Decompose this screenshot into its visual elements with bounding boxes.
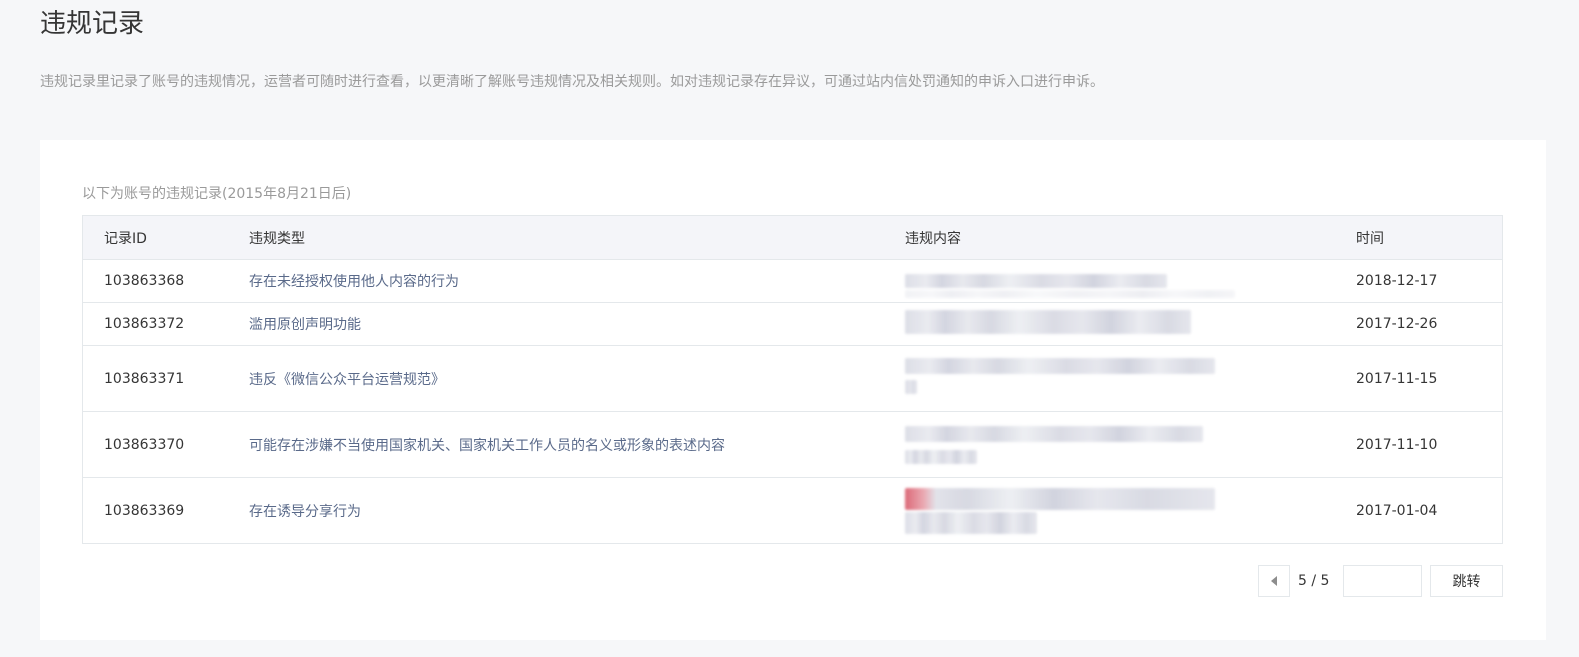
table-row: 103863368 存在未经授权使用他人内容的行为 2018-12-17	[83, 259, 1502, 302]
redacted-content	[905, 260, 1235, 302]
jump-button[interactable]: 跳转	[1430, 565, 1503, 597]
page-description: 违规记录里记录了账号的违规情况，运营者可随时进行查看，以更清晰了解账号违规情况及…	[40, 74, 1104, 90]
table-row: 103863372 滥用原创声明功能 2017-12-26	[83, 302, 1502, 345]
record-time: 2017-11-10	[1356, 436, 1438, 453]
record-time: 2017-01-04	[1356, 502, 1438, 519]
violation-content	[905, 478, 1215, 543]
violation-content	[905, 346, 1215, 411]
violation-type: 滥用原创声明功能	[249, 317, 361, 333]
table-row: 103863371 违反《微信公众平台运营规范》 2017-11-15	[83, 345, 1502, 411]
page-title: 违规记录	[40, 9, 145, 39]
redacted-content	[905, 412, 1215, 477]
violation-content	[905, 260, 1235, 302]
header-time: 时间	[1356, 230, 1384, 247]
redacted-content	[905, 346, 1215, 411]
table-row: 103863369 存在诱导分享行为 2017-01-04	[83, 477, 1502, 543]
record-time: 2017-12-26	[1356, 316, 1438, 332]
record-id: 103863371	[104, 370, 185, 387]
record-time: 2018-12-17	[1356, 273, 1438, 289]
redacted-content	[905, 478, 1215, 543]
record-id: 103863370	[104, 436, 185, 453]
violation-content	[905, 303, 1215, 345]
record-time: 2017-11-15	[1356, 370, 1438, 387]
violation-type: 违反《微信公众平台运营规范》	[249, 371, 445, 388]
records-card: 以下为账号的违规记录(2015年8月21日后) 记录ID 违规类型 违规内容 时…	[40, 140, 1546, 640]
header-violation-content: 违规内容	[905, 230, 961, 247]
record-id: 103863372	[104, 316, 185, 332]
table-caption: 以下为账号的违规记录(2015年8月21日后)	[82, 186, 352, 202]
header-record-id: 记录ID	[104, 230, 147, 247]
table-row: 103863370 可能存在涉嫌不当使用国家机关、国家机关工作人员的名义或形象的…	[83, 411, 1502, 477]
violation-type: 可能存在涉嫌不当使用国家机关、国家机关工作人员的名义或形象的表述内容	[249, 437, 725, 454]
violation-type: 存在未经授权使用他人内容的行为	[249, 274, 459, 290]
triangle-left-icon	[1271, 576, 1277, 586]
violation-content	[905, 412, 1215, 477]
previous-page-button[interactable]	[1258, 565, 1290, 597]
redacted-content	[905, 303, 1215, 345]
table-header-row: 记录ID 违规类型 违规内容 时间	[83, 216, 1502, 259]
page-count: 5 / 5	[1298, 573, 1330, 589]
violation-type: 存在诱导分享行为	[249, 503, 361, 520]
record-id: 103863369	[104, 502, 185, 519]
page-number-input[interactable]	[1343, 565, 1422, 597]
records-table: 记录ID 违规类型 违规内容 时间 103863368 存在未经授权使用他人内容…	[82, 215, 1503, 544]
header-violation-type: 违规类型	[249, 230, 305, 247]
record-id: 103863368	[104, 273, 185, 289]
